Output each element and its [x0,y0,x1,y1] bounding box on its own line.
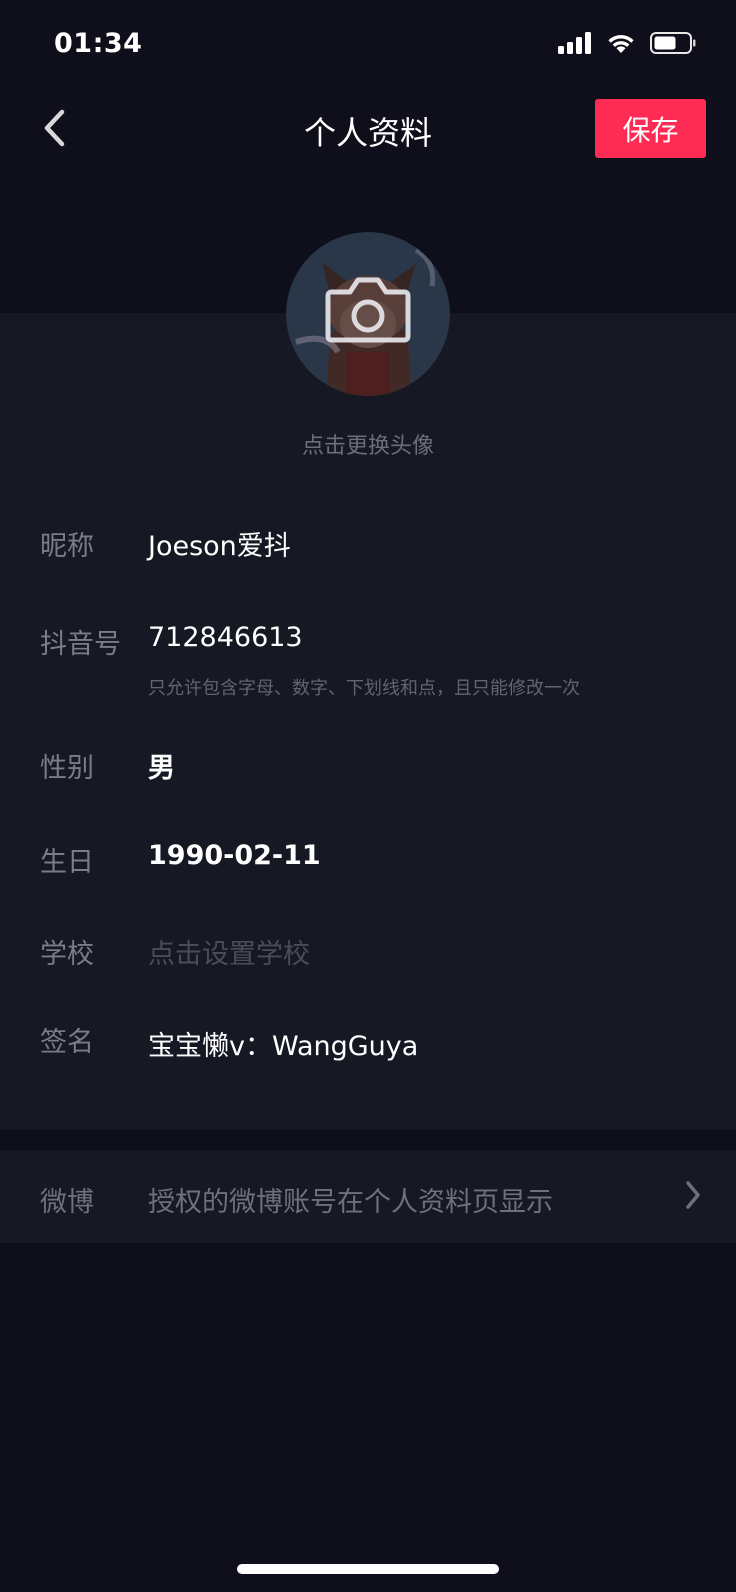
weibo-label: 微博 [40,1187,94,1218]
avatar-image [286,232,450,396]
gender-value: 男 [148,753,175,784]
douyin-id-label: 抖音号 [40,629,121,660]
status-bar: 01:34 [0,0,736,90]
school-row[interactable]: 学校 点击设置学校 [0,928,736,988]
school-label: 学校 [40,939,94,970]
status-time: 01:34 [54,28,143,59]
birthday-label: 生日 [40,847,94,878]
birthday-row[interactable]: 生日 1990-02-11 [0,836,736,896]
home-indicator [237,1564,499,1574]
chevron-right-icon [684,1180,702,1214]
weibo-description: 授权的微博账号在个人资料页显示 [148,1187,553,1218]
save-button[interactable]: 保存 [595,99,706,158]
signature-label: 签名 [40,1027,94,1058]
weibo-row[interactable]: 微博 授权的微博账号在个人资料页显示 [0,1150,736,1243]
school-placeholder: 点击设置学校 [148,939,310,970]
nickname-value: Joeson爱抖 [148,531,291,562]
birthday-value: 1990-02-11 [148,840,321,871]
avatar[interactable] [286,232,450,396]
nickname-label: 昵称 [40,531,94,562]
wifi-icon [606,32,636,58]
signature-value: 宝宝懒v：WangGuya [148,1031,419,1062]
gender-label: 性别 [40,753,94,784]
status-icons [558,32,696,58]
avatar-change-hint: 点击更换头像 [301,434,434,459]
cellular-signal-icon [558,32,592,58]
signature-row[interactable]: 签名 宝宝懒v：WangGuya [0,1018,736,1088]
douyin-id-hint: 只允许包含字母、数字、下划线和点，且只能修改一次 [148,678,580,699]
battery-icon [650,32,696,58]
douyin-id-value: 712846613 [148,622,303,653]
nickname-row[interactable]: 昵称 Joeson爱抖 [0,520,736,580]
gender-row[interactable]: 性别 男 [0,742,736,802]
douyin-id-row[interactable]: 抖音号 712846613 只允许包含字母、数字、下划线和点，且只能修改一次 [0,618,736,699]
nav-bar: 个人资料 保存 [0,90,736,170]
